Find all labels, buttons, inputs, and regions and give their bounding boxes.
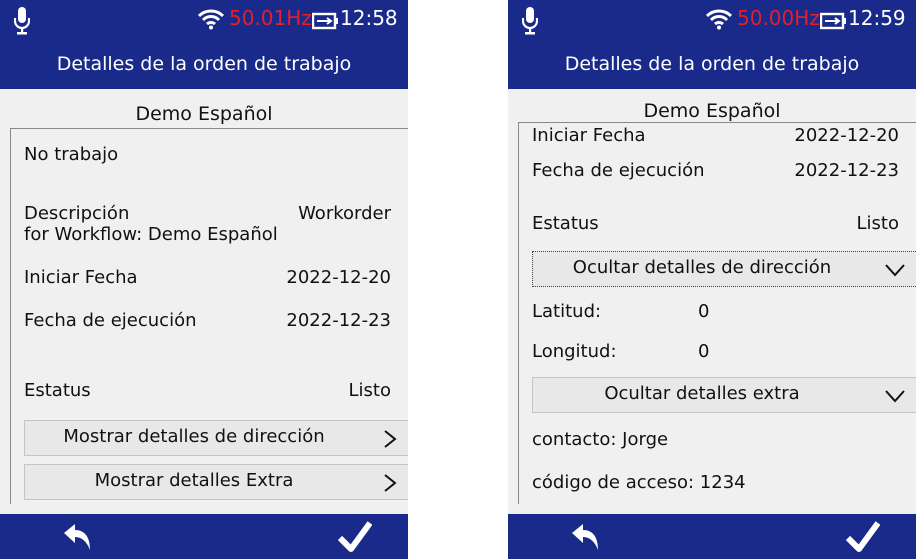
latitude-value: 0 <box>698 301 710 322</box>
description-label: Descripción <box>24 203 130 224</box>
frequency-readout: 50.01Hz <box>229 6 312 30</box>
work-order-details-screen-collapsed: 50.01Hz 12:58 Detalles de la orden de tr… <box>0 0 408 559</box>
battery-charging-icon <box>820 12 846 30</box>
execution-date-label: Fecha de ejecución <box>24 310 197 331</box>
status-label: Estatus <box>24 380 91 401</box>
checkmark-icon[interactable] <box>846 520 880 554</box>
chevron-down-icon <box>885 390 905 403</box>
description-value: Workorder <box>298 203 391 224</box>
hide-address-details-button[interactable]: Ocultar detalles de dirección <box>532 251 916 287</box>
divider <box>10 128 408 129</box>
start-date-label: Iniciar Fecha <box>24 267 138 288</box>
bottom-bar <box>508 514 916 559</box>
no-trabajo-label: No trabajo <box>24 144 119 165</box>
status-label: Estatus <box>532 213 599 234</box>
frequency-readout: 50.00Hz <box>737 6 820 30</box>
start-date-label: Iniciar Fecha <box>532 125 646 146</box>
work-order-heading: Demo Español <box>135 103 273 125</box>
wifi-icon <box>198 9 224 30</box>
show-address-details-label: Mostrar detalles de dirección <box>63 426 325 447</box>
execution-date-value: 2022-12-23 <box>794 160 899 181</box>
checkmark-icon[interactable] <box>338 520 372 554</box>
status-bar: 50.01Hz 12:58 <box>0 0 408 44</box>
hide-extra-details-label: Ocultar detalles extra <box>604 383 800 404</box>
back-arrow-icon[interactable] <box>570 522 602 554</box>
chevron-down-icon <box>885 264 905 277</box>
battery-charging-icon <box>312 12 338 30</box>
access-code-text: código de acceso: 1234 <box>532 472 746 493</box>
page-title: Detalles de la orden de trabajo <box>0 44 408 89</box>
latitude-label: Latitud: <box>532 301 602 322</box>
wifi-icon <box>706 9 732 30</box>
chevron-right-icon <box>384 474 397 492</box>
status-value: Listo <box>856 213 899 234</box>
execution-date-label: Fecha de ejecución <box>532 160 705 181</box>
hide-extra-details-button[interactable]: Ocultar detalles extra <box>532 377 916 413</box>
work-order-details-screen-expanded: 50.00Hz 12:59 Detalles de la orden de tr… <box>508 0 916 559</box>
show-address-details-button[interactable]: Mostrar detalles de dirección <box>24 420 408 456</box>
clock: 12:58 <box>340 6 398 30</box>
execution-date-value: 2022-12-23 <box>286 310 391 331</box>
clock: 12:59 <box>848 6 906 30</box>
microphone-icon <box>522 7 538 35</box>
status-value: Listo <box>348 380 391 401</box>
longitude-label: Longitud: <box>532 341 617 362</box>
divider <box>518 122 519 504</box>
hide-address-details-label: Ocultar detalles de dirección <box>572 257 832 278</box>
divider <box>10 128 11 504</box>
start-date-value: 2022-12-20 <box>794 125 899 146</box>
show-extra-details-button[interactable]: Mostrar detalles Extra <box>24 464 408 500</box>
status-bar: 50.00Hz 12:59 <box>508 0 916 44</box>
page-title: Detalles de la orden de trabajo <box>508 44 916 89</box>
longitude-value: 0 <box>698 341 710 362</box>
work-order-heading: Demo Español <box>643 100 781 122</box>
chevron-right-icon <box>384 430 397 448</box>
bottom-bar <box>0 514 408 559</box>
show-extra-details-label: Mostrar detalles Extra <box>94 470 294 491</box>
back-arrow-icon[interactable] <box>62 522 94 554</box>
description-value-continued: for Workflow: Demo Español <box>24 224 278 245</box>
microphone-icon <box>14 7 30 35</box>
start-date-value: 2022-12-20 <box>286 267 391 288</box>
contact-text: contacto: Jorge <box>532 429 669 450</box>
divider <box>518 122 916 123</box>
